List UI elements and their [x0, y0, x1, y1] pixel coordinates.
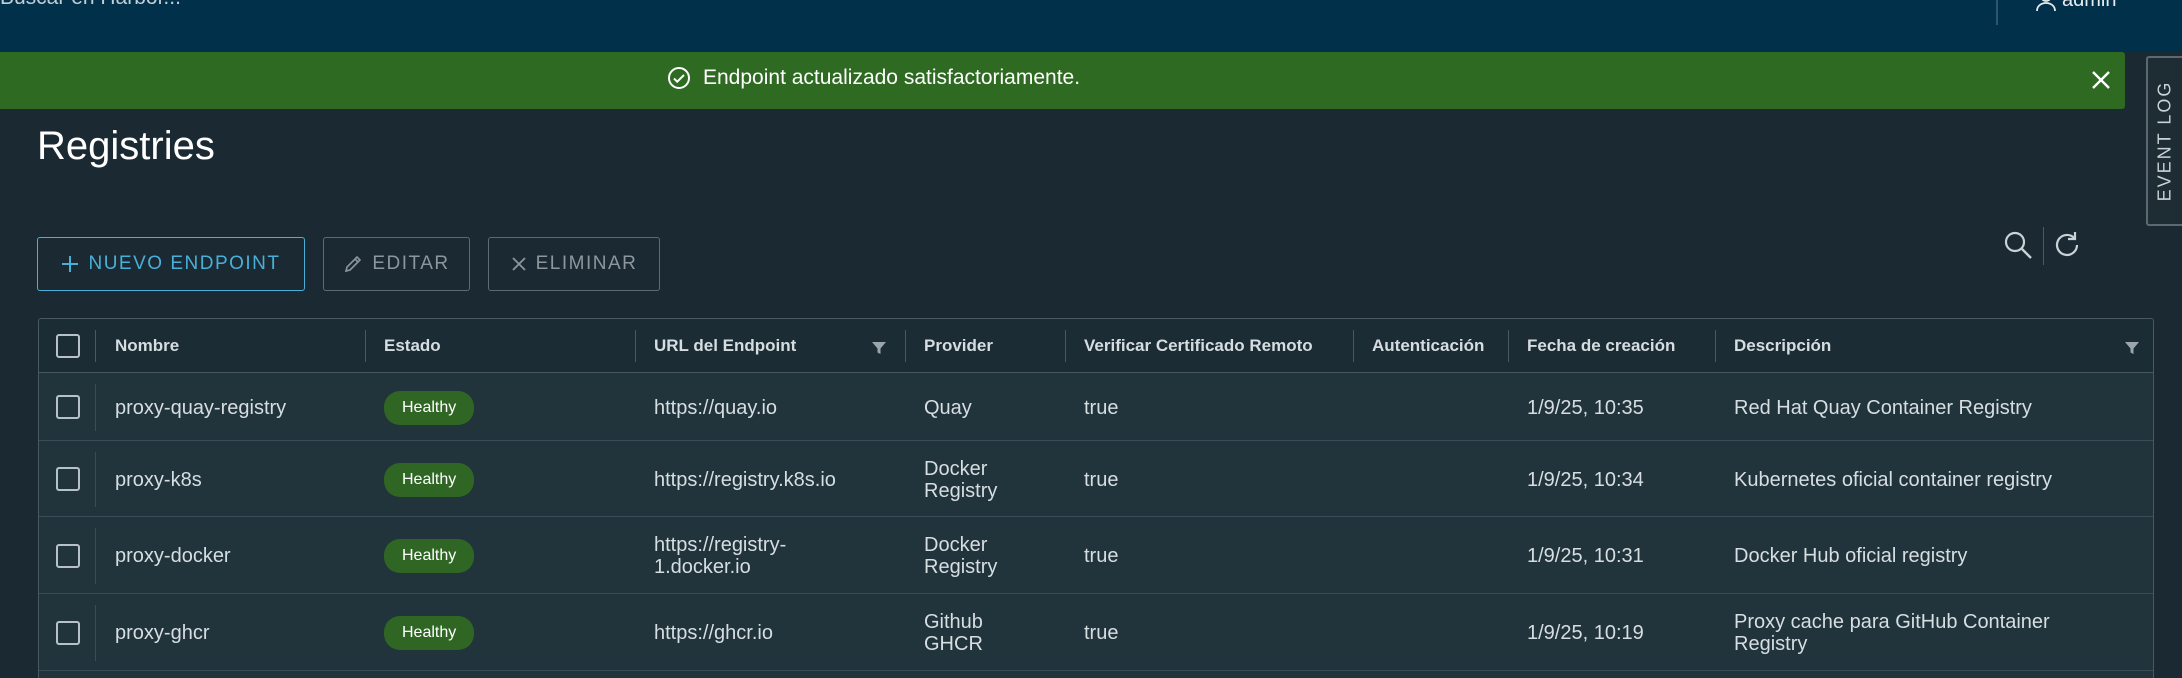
row-checkbox[interactable] — [56, 544, 80, 568]
column-divider — [1508, 330, 1509, 362]
cell-status: Healthy — [384, 595, 475, 671]
refresh-icon[interactable] — [2051, 229, 2083, 261]
column-header-auth[interactable]: Autenticación — [1372, 319, 1484, 373]
cell-url: https://registry.k8s.io — [654, 468, 836, 491]
cell-created: 1/9/25, 10:31 — [1527, 545, 1644, 567]
column-divider — [95, 330, 96, 362]
row-divider — [95, 528, 96, 584]
table-row[interactable]: proxy-ghcr Healthy https://ghcr.io Githu… — [39, 595, 2153, 671]
search-icon[interactable] — [2002, 229, 2034, 261]
cell-name: proxy-docker — [115, 545, 231, 567]
column-divider — [635, 330, 636, 362]
filter-icon[interactable] — [2124, 340, 2140, 356]
row-divider — [95, 605, 96, 661]
cell-status: Healthy — [384, 442, 475, 517]
status-badge: Healthy — [384, 616, 475, 650]
column-divider — [365, 330, 366, 362]
select-all-checkbox[interactable] — [56, 334, 80, 358]
delete-button[interactable]: ELIMINAR — [488, 237, 660, 291]
column-divider — [1353, 330, 1354, 362]
column-divider — [1715, 330, 1716, 362]
cell-provider: Docker Registry — [924, 534, 998, 578]
event-log-tab[interactable]: EVENT LOG — [2146, 56, 2182, 226]
column-divider — [1065, 330, 1066, 362]
column-header-provider[interactable]: Provider — [924, 319, 993, 373]
cell-url: https://registry-1.docker.io — [654, 534, 787, 578]
cell-description: Red Hat Quay Container Registry — [1734, 396, 2032, 419]
cell-created: 1/9/25, 10:35 — [1527, 396, 1644, 419]
plus-icon — [62, 256, 79, 272]
cell-provider: Quay — [924, 396, 972, 419]
navbar-divider — [1996, 0, 1998, 25]
new-endpoint-button[interactable]: NUEVO ENDPOINT — [37, 237, 305, 291]
cell-provider: Github GHCR — [924, 611, 983, 655]
row-checkbox[interactable] — [56, 467, 80, 491]
status-badge: Healthy — [384, 539, 475, 573]
status-badge: Healthy — [384, 462, 475, 497]
column-header-url[interactable]: URL del Endpoint — [654, 319, 796, 373]
status-badge: Healthy — [384, 390, 475, 425]
cell-provider: Docker Registry — [924, 457, 998, 502]
cell-description: Kubernetes oficial container registry — [1734, 468, 2052, 491]
cell-name: proxy-ghcr — [115, 622, 210, 644]
cell-verify: true — [1084, 622, 1119, 644]
column-divider — [905, 330, 906, 362]
top-navbar: Buscar en Harbor... admin — [0, 0, 2182, 51]
new-endpoint-label: NUEVO ENDPOINT — [88, 253, 281, 274]
table-row[interactable]: proxy-quay-registry Healthy https://quay… — [39, 374, 2153, 441]
row-checkbox[interactable] — [56, 395, 80, 419]
cell-verify: true — [1084, 545, 1119, 567]
user-icon — [2036, 0, 2056, 12]
cell-name: proxy-quay-registry — [115, 396, 287, 419]
filter-icon[interactable] — [871, 340, 887, 356]
cell-created: 1/9/25, 10:34 — [1527, 468, 1644, 491]
cell-description: Proxy cache para GitHub Container Regist… — [1734, 611, 2050, 655]
check-circle-icon — [668, 67, 690, 89]
global-search-input[interactable]: Buscar en Harbor... — [0, 0, 181, 10]
alert-message: Endpoint actualizado satisfactoriamente. — [703, 66, 1081, 89]
pencil-icon — [345, 255, 362, 273]
cell-status: Healthy — [384, 518, 475, 594]
cell-status: Healthy — [384, 374, 475, 441]
column-header-name[interactable]: Nombre — [115, 319, 179, 373]
row-checkbox[interactable] — [56, 621, 80, 645]
column-header-created[interactable]: Fecha de creación — [1527, 319, 1675, 373]
table-row[interactable]: proxy-docker Healthy https://registry-1.… — [39, 518, 2153, 594]
table-header: Nombre Estado URL del Endpoint Provider … — [39, 319, 2153, 373]
cell-url: https://quay.io — [654, 396, 778, 419]
registries-table: Nombre Estado URL del Endpoint Provider … — [38, 318, 2154, 678]
row-divider — [95, 452, 96, 507]
table-row[interactable]: proxy-k8s Healthy https://registry.k8s.i… — [39, 442, 2153, 517]
close-icon[interactable] — [2087, 66, 2115, 94]
toolbar-divider — [2043, 227, 2044, 265]
cell-name: proxy-k8s — [115, 468, 202, 491]
user-menu[interactable]: admin — [2034, 0, 2116, 12]
cell-description: Docker Hub oficial registry — [1734, 545, 1968, 567]
row-divider — [95, 384, 96, 431]
event-log-label: EVENT LOG — [2154, 80, 2175, 202]
cell-verify: true — [1084, 396, 1119, 419]
user-name: admin — [2062, 0, 2116, 12]
success-alert: Endpoint actualizado satisfactoriamente. — [0, 52, 2125, 109]
edit-label: EDITAR — [372, 253, 450, 274]
page-title: Registries — [37, 124, 215, 168]
edit-button[interactable]: EDITAR — [323, 237, 470, 291]
column-header-status[interactable]: Estado — [384, 319, 441, 373]
cell-url: https://ghcr.io — [654, 622, 773, 644]
cell-created: 1/9/25, 10:19 — [1527, 622, 1644, 644]
column-header-description[interactable]: Descripción — [1734, 319, 1831, 373]
cell-verify: true — [1084, 468, 1119, 491]
delete-label: ELIMINAR — [535, 253, 638, 274]
column-header-verify-cert[interactable]: Verificar Certificado Remoto — [1084, 319, 1313, 373]
x-icon — [511, 257, 526, 271]
